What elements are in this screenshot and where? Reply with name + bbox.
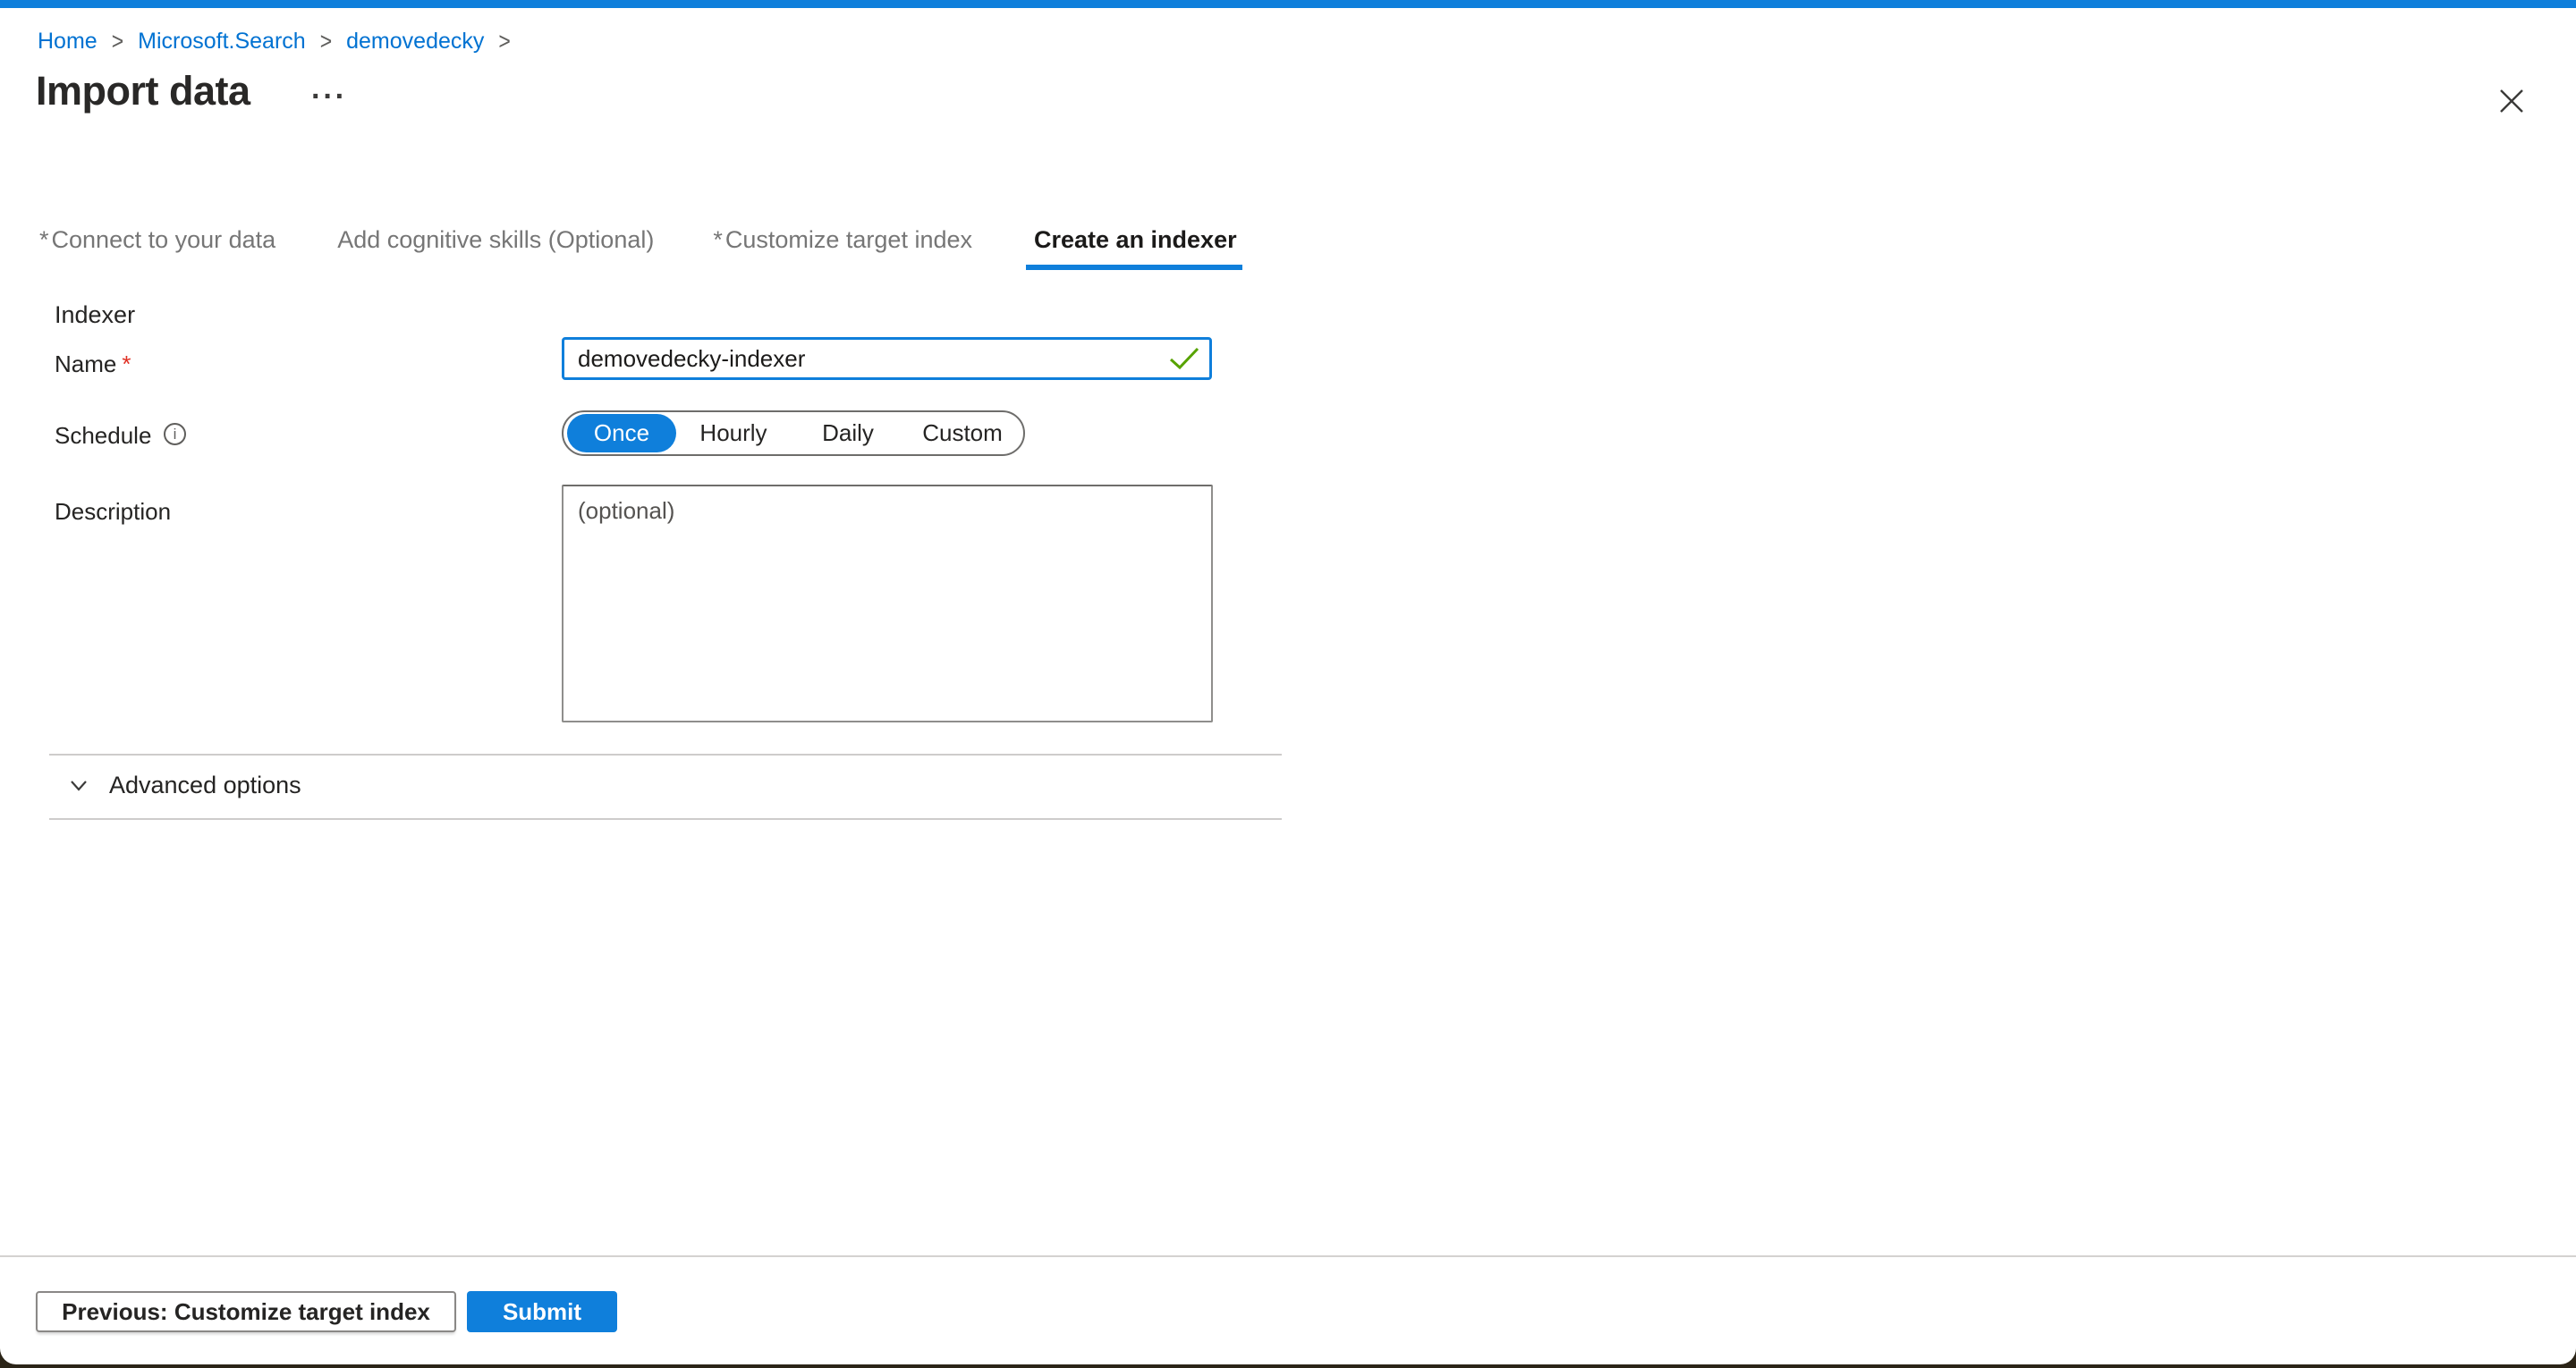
submit-button[interactable]: Submit bbox=[467, 1291, 617, 1332]
required-asterisk: * bbox=[122, 350, 131, 377]
required-asterisk: * bbox=[713, 226, 723, 253]
description-textarea[interactable] bbox=[562, 485, 1213, 722]
close-button[interactable] bbox=[2492, 82, 2531, 122]
schedule-field-label: Schedule bbox=[55, 422, 151, 450]
chevron-down-icon bbox=[64, 771, 93, 799]
indexer-name-input[interactable] bbox=[562, 337, 1212, 380]
breadcrumb-separator-icon: > bbox=[112, 28, 123, 55]
import-data-blade: Home > Microsoft.Search > demovedecky > … bbox=[0, 0, 2576, 1364]
schedule-option-once[interactable]: Once bbox=[567, 414, 676, 452]
schedule-option-custom[interactable]: Custom bbox=[905, 419, 1020, 447]
breadcrumb-separator-icon: > bbox=[320, 28, 332, 55]
info-icon[interactable]: i bbox=[164, 423, 186, 445]
page-title: Import data bbox=[36, 68, 250, 114]
tab-connect-to-your-data[interactable]: *Connect to your data bbox=[36, 226, 279, 270]
advanced-options-label: Advanced options bbox=[109, 772, 301, 799]
tab-bar: *Connect to your data Add cognitive skil… bbox=[36, 226, 1241, 270]
name-input-container bbox=[562, 337, 1212, 380]
more-options-button[interactable]: ··· bbox=[304, 77, 354, 116]
tab-label: Create an indexer bbox=[1034, 226, 1237, 253]
tab-customize-target-index[interactable]: *Customize target index bbox=[709, 226, 976, 270]
description-field-label: Description bbox=[55, 498, 171, 526]
breadcrumb-microsoft-search-link[interactable]: Microsoft.Search bbox=[138, 29, 306, 55]
breadcrumb-demovedecky-link[interactable]: demovedecky bbox=[346, 29, 484, 55]
divider bbox=[49, 818, 1282, 820]
section-heading-indexer: Indexer bbox=[55, 301, 135, 329]
breadcrumb-separator-icon: > bbox=[498, 28, 510, 55]
footer-divider bbox=[0, 1255, 2576, 1257]
close-icon bbox=[2496, 86, 2527, 116]
previous-step-button[interactable]: Previous: Customize target index bbox=[36, 1291, 456, 1332]
schedule-option-hourly[interactable]: Hourly bbox=[676, 419, 791, 447]
accent-bar bbox=[0, 0, 2576, 8]
required-asterisk: * bbox=[39, 226, 49, 253]
name-field-label: Name* bbox=[55, 350, 131, 378]
schedule-option-daily[interactable]: Daily bbox=[791, 419, 905, 447]
schedule-segmented-control: Once Hourly Daily Custom bbox=[562, 410, 1025, 456]
breadcrumb: Home > Microsoft.Search > demovedecky > bbox=[38, 29, 511, 55]
divider bbox=[49, 754, 1282, 756]
breadcrumb-home-link[interactable]: Home bbox=[38, 29, 97, 55]
advanced-options-toggle[interactable]: Advanced options bbox=[64, 771, 301, 799]
tab-label: Connect to your data bbox=[52, 226, 276, 253]
valid-check-icon bbox=[1169, 347, 1199, 370]
tab-label: Customize target index bbox=[725, 226, 972, 253]
tab-label: Add cognitive skills (Optional) bbox=[337, 226, 654, 253]
name-label-text: Name bbox=[55, 350, 116, 377]
tab-create-an-indexer[interactable]: Create an indexer bbox=[1028, 226, 1241, 270]
tab-add-cognitive-skills[interactable]: Add cognitive skills (Optional) bbox=[331, 226, 657, 270]
